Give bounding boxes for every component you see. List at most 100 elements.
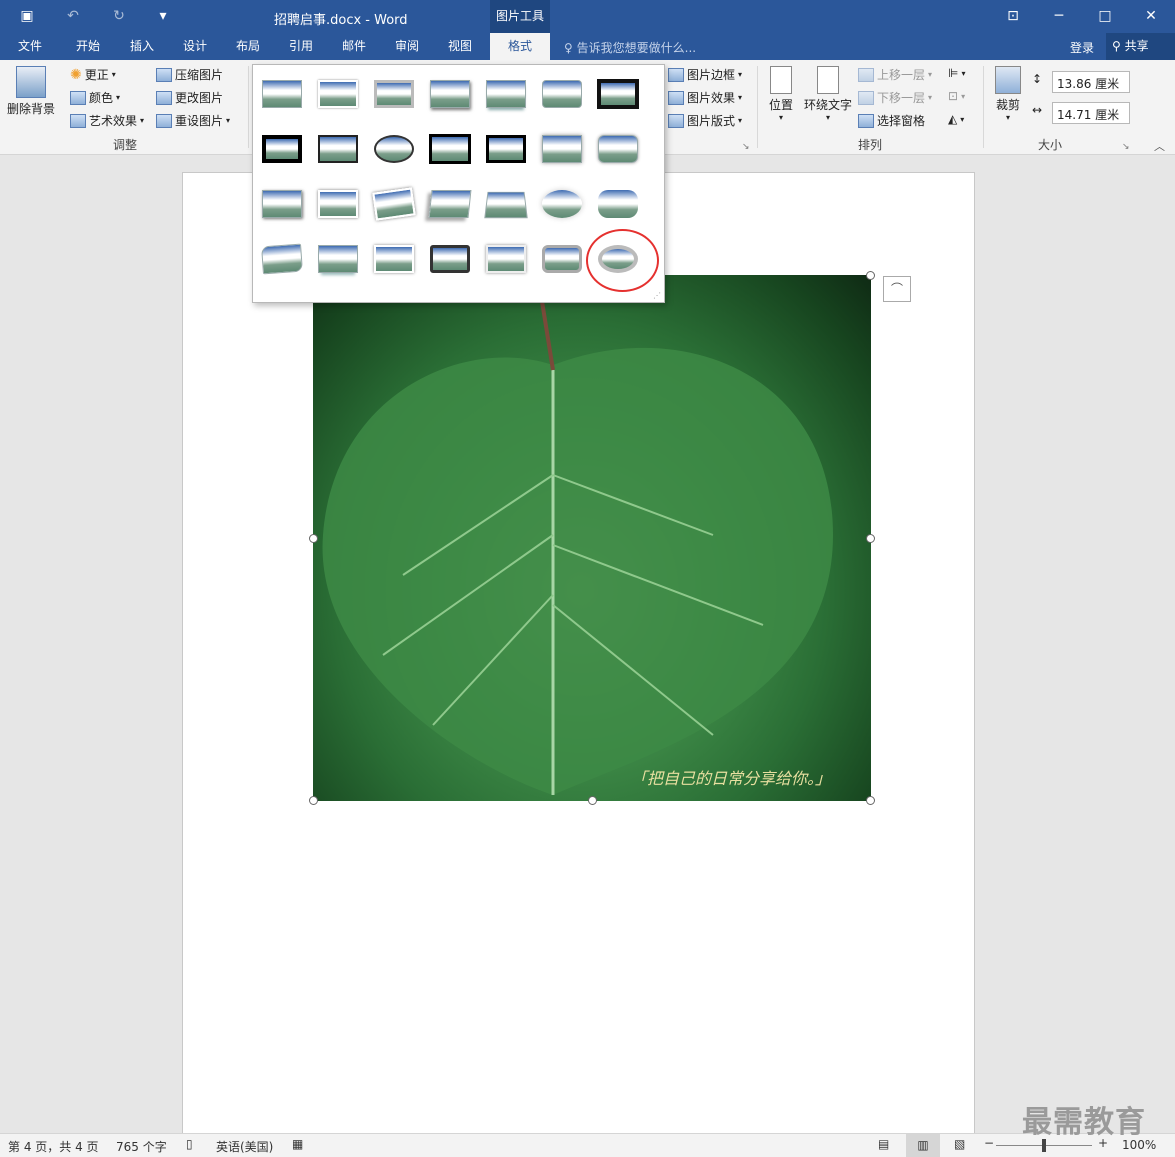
tab-file[interactable]: 文件 xyxy=(8,33,52,60)
crop-button[interactable]: 裁剪 ▾ xyxy=(990,66,1026,122)
zoom-out-icon[interactable]: − xyxy=(984,1136,994,1150)
sign-in-link[interactable]: 登录 xyxy=(1070,39,1094,56)
resize-handle[interactable] xyxy=(866,534,875,543)
tab-layout[interactable]: 布局 xyxy=(226,33,270,60)
color-button[interactable]: 颜色 ▾ xyxy=(70,89,120,106)
tell-me-box[interactable]: ♀ 告诉我您想要做什么... xyxy=(564,39,696,56)
tab-insert[interactable]: 插入 xyxy=(120,33,164,60)
word-count[interactable]: 765 个字 xyxy=(116,1138,167,1155)
maximize-button[interactable]: □ xyxy=(1082,0,1128,33)
picture-style-item[interactable] xyxy=(540,241,584,277)
picture-style-item[interactable] xyxy=(596,76,640,112)
picture-style-item[interactable] xyxy=(484,186,528,222)
resize-handle[interactable] xyxy=(309,534,318,543)
picture-style-item[interactable] xyxy=(540,131,584,167)
corrections-button[interactable]: ✺ 更正 ▾ xyxy=(70,66,116,83)
picture-style-item[interactable] xyxy=(372,241,416,277)
picture-style-item[interactable] xyxy=(316,186,360,222)
picture-style-item[interactable] xyxy=(260,186,304,222)
width-spinner[interactable]: 14.71 厘米 xyxy=(1052,102,1130,124)
macro-icon[interactable]: ▦ xyxy=(292,1137,303,1151)
picture-layout-button[interactable]: 图片版式 ▾ xyxy=(668,112,742,129)
picture-style-item[interactable] xyxy=(372,76,416,112)
picture-style-item[interactable] xyxy=(260,241,304,277)
web-layout-icon[interactable]: ▧ xyxy=(954,1137,965,1151)
picture-style-item[interactable] xyxy=(540,76,584,112)
change-picture-label: 更改图片 xyxy=(175,91,224,105)
dialog-launcher-icon[interactable]: ↘ xyxy=(1122,142,1130,152)
picture-style-item[interactable] xyxy=(372,131,416,167)
picture-style-item[interactable] xyxy=(596,186,640,222)
position-button[interactable]: 位置 ▾ xyxy=(764,66,798,122)
artistic-effects-button[interactable]: 艺术效果 ▾ xyxy=(70,112,144,129)
resize-handle[interactable] xyxy=(866,271,875,280)
bring-forward-button[interactable]: 上移一层 ▾ xyxy=(858,66,932,83)
minimize-button[interactable]: ─ xyxy=(1036,0,1082,33)
tab-home[interactable]: 开始 xyxy=(66,33,110,60)
proofing-icon[interactable]: ▯ xyxy=(186,1137,193,1151)
undo-icon[interactable]: ↶ xyxy=(62,5,84,27)
leaf-picture[interactable]: 「把自己的日常分享给你。」 xyxy=(313,275,871,801)
picture-style-item[interactable] xyxy=(484,131,528,167)
reset-picture-button[interactable]: 重设图片 ▾ xyxy=(156,112,230,129)
print-layout-icon[interactable]: ▥ xyxy=(906,1134,940,1157)
highlight-circle xyxy=(586,229,659,292)
dialog-launcher-icon[interactable]: ↘ xyxy=(742,142,750,152)
page-count[interactable]: 第 4 页，共 4 页 xyxy=(8,1138,99,1155)
remove-background-button[interactable]: 删除背景 xyxy=(6,66,56,117)
tab-format[interactable]: 格式 xyxy=(490,33,550,60)
picture-style-item[interactable] xyxy=(316,76,360,112)
compress-pictures-button[interactable]: 压缩图片 xyxy=(156,66,223,83)
resize-handle[interactable] xyxy=(866,796,875,805)
picture-style-item[interactable] xyxy=(372,186,416,222)
resize-grip-icon[interactable]: ⋰ xyxy=(653,291,661,300)
share-button[interactable]: ⚲ 共享 xyxy=(1106,33,1175,60)
picture-style-item[interactable] xyxy=(484,241,528,277)
picture-style-thumb xyxy=(261,243,303,275)
picture-style-item[interactable] xyxy=(260,76,304,112)
width-icon: ↔ xyxy=(1032,103,1043,117)
resize-handle[interactable] xyxy=(309,796,318,805)
picture-style-item[interactable] xyxy=(484,76,528,112)
tab-references[interactable]: 引用 xyxy=(279,33,323,60)
layout-options-icon[interactable]: ⌒ xyxy=(883,276,911,302)
picture-style-item[interactable] xyxy=(428,241,472,277)
redo-icon[interactable]: ↻ xyxy=(108,5,130,27)
wrap-text-button[interactable]: 环绕文字 ▾ xyxy=(803,66,853,122)
picture-border-label: 图片边框 xyxy=(687,68,736,82)
ribbon-display-options-icon[interactable]: ⊡ xyxy=(990,0,1036,33)
color-label: 颜色 xyxy=(89,91,114,105)
resize-handle[interactable] xyxy=(588,796,597,805)
picture-style-item[interactable] xyxy=(540,186,584,222)
customize-quick-access-icon[interactable]: ▾ xyxy=(152,5,174,27)
save-icon[interactable]: ▣ xyxy=(16,5,38,27)
rotate-button[interactable]: ◭ ▾ xyxy=(948,112,964,126)
dropdown-arrow-icon: ▾ xyxy=(928,93,933,102)
tab-design[interactable]: 设计 xyxy=(173,33,217,60)
tab-view[interactable]: 视图 xyxy=(438,33,482,60)
picture-style-item[interactable] xyxy=(428,76,472,112)
picture-effects-button[interactable]: 图片效果 ▾ xyxy=(668,89,742,106)
close-button[interactable]: ✕ xyxy=(1128,0,1174,33)
picture-style-item[interactable] xyxy=(260,131,304,167)
context-tab-group: 图片工具 xyxy=(490,0,550,33)
tab-mailings[interactable]: 邮件 xyxy=(332,33,376,60)
picture-style-item[interactable] xyxy=(428,131,472,167)
picture-style-item[interactable] xyxy=(316,131,360,167)
change-picture-button[interactable]: 更改图片 xyxy=(156,89,223,106)
language-status[interactable]: 英语(美国) xyxy=(216,1138,273,1155)
picture-border-button[interactable]: 图片边框 ▾ xyxy=(668,66,742,83)
picture-style-item[interactable] xyxy=(596,131,640,167)
picture-style-item[interactable] xyxy=(316,241,360,277)
dropdown-arrow-icon: ▾ xyxy=(116,93,121,102)
group-button[interactable]: ⊡ ▾ xyxy=(948,89,965,103)
window-title: 招聘启事.docx - Word xyxy=(274,13,408,28)
read-mode-icon[interactable]: ▤ xyxy=(878,1137,889,1151)
align-button[interactable]: ⊫ ▾ xyxy=(948,66,965,80)
tab-review[interactable]: 审阅 xyxy=(385,33,429,60)
selection-pane-button[interactable]: 选择窗格 xyxy=(858,112,925,129)
collapse-ribbon-icon[interactable]: ︿ xyxy=(1154,138,1165,154)
height-spinner[interactable]: 13.86 厘米 xyxy=(1052,71,1130,93)
picture-style-item[interactable] xyxy=(428,186,472,222)
send-backward-button[interactable]: 下移一层 ▾ xyxy=(858,89,932,106)
